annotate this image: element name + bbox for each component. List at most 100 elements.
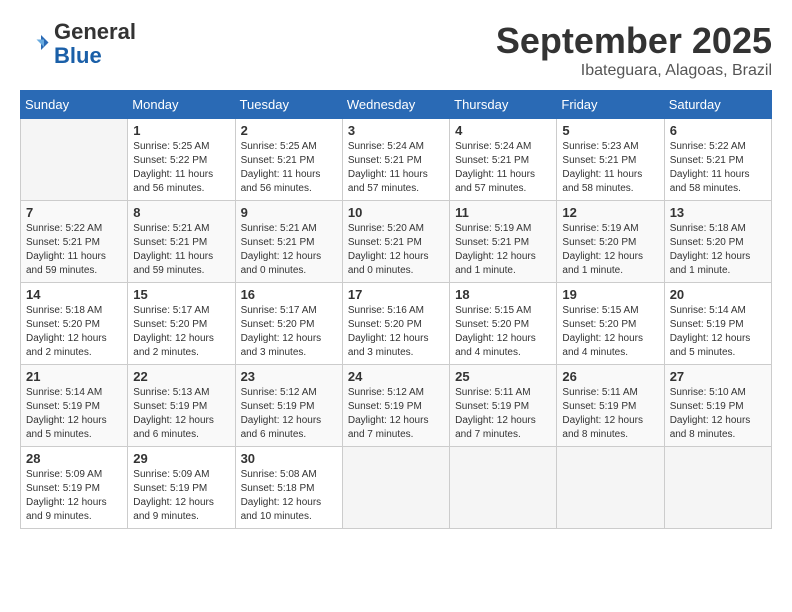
day-number: 5 [562, 123, 658, 138]
day-number: 26 [562, 369, 658, 384]
calendar-cell [21, 119, 128, 201]
weekday-tuesday: Tuesday [235, 91, 342, 119]
calendar-cell: 6 Sunrise: 5:22 AMSunset: 5:21 PMDayligh… [664, 119, 771, 201]
day-info: Sunrise: 5:12 AMSunset: 5:19 PMDaylight:… [348, 387, 429, 440]
day-info: Sunrise: 5:18 AMSunset: 5:20 PMDaylight:… [670, 223, 751, 276]
calendar-cell: 20 Sunrise: 5:14 AMSunset: 5:19 PMDaylig… [664, 283, 771, 365]
day-info: Sunrise: 5:15 AMSunset: 5:20 PMDaylight:… [455, 305, 536, 358]
week-row-1: 1 Sunrise: 5:25 AMSunset: 5:22 PMDayligh… [21, 119, 772, 201]
day-number: 18 [455, 287, 551, 302]
day-number: 13 [670, 205, 766, 220]
day-number: 2 [241, 123, 337, 138]
day-info: Sunrise: 5:10 AMSunset: 5:19 PMDaylight:… [670, 387, 751, 440]
calendar-cell [342, 447, 449, 529]
day-info: Sunrise: 5:22 AMSunset: 5:21 PMDaylight:… [670, 141, 750, 194]
day-info: Sunrise: 5:12 AMSunset: 5:19 PMDaylight:… [241, 387, 322, 440]
calendar-cell: 15 Sunrise: 5:17 AMSunset: 5:20 PMDaylig… [128, 283, 235, 365]
day-number: 29 [133, 451, 229, 466]
calendar-cell: 22 Sunrise: 5:13 AMSunset: 5:19 PMDaylig… [128, 365, 235, 447]
day-number: 8 [133, 205, 229, 220]
weekday-thursday: Thursday [450, 91, 557, 119]
day-info: Sunrise: 5:19 AMSunset: 5:21 PMDaylight:… [455, 223, 536, 276]
calendar-cell: 13 Sunrise: 5:18 AMSunset: 5:20 PMDaylig… [664, 201, 771, 283]
month-title: September 2025 [496, 20, 772, 62]
calendar-cell: 29 Sunrise: 5:09 AMSunset: 5:19 PMDaylig… [128, 447, 235, 529]
calendar-cell [450, 447, 557, 529]
day-number: 3 [348, 123, 444, 138]
day-number: 9 [241, 205, 337, 220]
day-info: Sunrise: 5:23 AMSunset: 5:21 PMDaylight:… [562, 141, 642, 194]
week-row-3: 14 Sunrise: 5:18 AMSunset: 5:20 PMDaylig… [21, 283, 772, 365]
calendar-cell: 26 Sunrise: 5:11 AMSunset: 5:19 PMDaylig… [557, 365, 664, 447]
calendar-cell: 17 Sunrise: 5:16 AMSunset: 5:20 PMDaylig… [342, 283, 449, 365]
day-info: Sunrise: 5:15 AMSunset: 5:20 PMDaylight:… [562, 305, 643, 358]
day-number: 15 [133, 287, 229, 302]
day-info: Sunrise: 5:24 AMSunset: 5:21 PMDaylight:… [348, 141, 428, 194]
calendar-cell: 16 Sunrise: 5:17 AMSunset: 5:20 PMDaylig… [235, 283, 342, 365]
calendar-cell: 8 Sunrise: 5:21 AMSunset: 5:21 PMDayligh… [128, 201, 235, 283]
weekday-monday: Monday [128, 91, 235, 119]
page-header: GeneralBlue September 2025 Ibateguara, A… [20, 20, 772, 80]
day-number: 21 [26, 369, 122, 384]
day-number: 25 [455, 369, 551, 384]
day-info: Sunrise: 5:25 AMSunset: 5:21 PMDaylight:… [241, 141, 321, 194]
day-number: 1 [133, 123, 229, 138]
day-info: Sunrise: 5:18 AMSunset: 5:20 PMDaylight:… [26, 305, 107, 358]
logo-icon [20, 29, 50, 59]
weekday-wednesday: Wednesday [342, 91, 449, 119]
calendar-cell [664, 447, 771, 529]
calendar-cell: 25 Sunrise: 5:11 AMSunset: 5:19 PMDaylig… [450, 365, 557, 447]
day-info: Sunrise: 5:17 AMSunset: 5:20 PMDaylight:… [133, 305, 214, 358]
calendar-cell: 30 Sunrise: 5:08 AMSunset: 5:18 PMDaylig… [235, 447, 342, 529]
day-number: 27 [670, 369, 766, 384]
day-number: 22 [133, 369, 229, 384]
day-info: Sunrise: 5:13 AMSunset: 5:19 PMDaylight:… [133, 387, 214, 440]
day-info: Sunrise: 5:09 AMSunset: 5:19 PMDaylight:… [133, 469, 214, 522]
day-info: Sunrise: 5:09 AMSunset: 5:19 PMDaylight:… [26, 469, 107, 522]
calendar-cell: 2 Sunrise: 5:25 AMSunset: 5:21 PMDayligh… [235, 119, 342, 201]
day-info: Sunrise: 5:14 AMSunset: 5:19 PMDaylight:… [670, 305, 751, 358]
calendar-cell: 24 Sunrise: 5:12 AMSunset: 5:19 PMDaylig… [342, 365, 449, 447]
calendar-cell: 9 Sunrise: 5:21 AMSunset: 5:21 PMDayligh… [235, 201, 342, 283]
week-row-2: 7 Sunrise: 5:22 AMSunset: 5:21 PMDayligh… [21, 201, 772, 283]
day-info: Sunrise: 5:20 AMSunset: 5:21 PMDaylight:… [348, 223, 429, 276]
day-number: 19 [562, 287, 658, 302]
calendar-cell: 4 Sunrise: 5:24 AMSunset: 5:21 PMDayligh… [450, 119, 557, 201]
day-number: 16 [241, 287, 337, 302]
calendar-cell: 7 Sunrise: 5:22 AMSunset: 5:21 PMDayligh… [21, 201, 128, 283]
weekday-sunday: Sunday [21, 91, 128, 119]
calendar-table: SundayMondayTuesdayWednesdayThursdayFrid… [20, 90, 772, 529]
day-info: Sunrise: 5:25 AMSunset: 5:22 PMDaylight:… [133, 141, 213, 194]
day-number: 14 [26, 287, 122, 302]
day-info: Sunrise: 5:19 AMSunset: 5:20 PMDaylight:… [562, 223, 643, 276]
day-number: 24 [348, 369, 444, 384]
weekday-header-row: SundayMondayTuesdayWednesdayThursdayFrid… [21, 91, 772, 119]
title-block: September 2025 Ibateguara, Alagoas, Braz… [496, 20, 772, 80]
day-info: Sunrise: 5:16 AMSunset: 5:20 PMDaylight:… [348, 305, 429, 358]
calendar-cell: 28 Sunrise: 5:09 AMSunset: 5:19 PMDaylig… [21, 447, 128, 529]
day-number: 12 [562, 205, 658, 220]
calendar-cell: 3 Sunrise: 5:24 AMSunset: 5:21 PMDayligh… [342, 119, 449, 201]
calendar-cell: 14 Sunrise: 5:18 AMSunset: 5:20 PMDaylig… [21, 283, 128, 365]
day-number: 10 [348, 205, 444, 220]
week-row-4: 21 Sunrise: 5:14 AMSunset: 5:19 PMDaylig… [21, 365, 772, 447]
day-number: 23 [241, 369, 337, 384]
day-number: 28 [26, 451, 122, 466]
day-info: Sunrise: 5:21 AMSunset: 5:21 PMDaylight:… [133, 223, 213, 276]
day-number: 17 [348, 287, 444, 302]
calendar-cell: 10 Sunrise: 5:20 AMSunset: 5:21 PMDaylig… [342, 201, 449, 283]
day-number: 6 [670, 123, 766, 138]
week-row-5: 28 Sunrise: 5:09 AMSunset: 5:19 PMDaylig… [21, 447, 772, 529]
day-number: 30 [241, 451, 337, 466]
calendar-cell: 21 Sunrise: 5:14 AMSunset: 5:19 PMDaylig… [21, 365, 128, 447]
weekday-saturday: Saturday [664, 91, 771, 119]
location-subtitle: Ibateguara, Alagoas, Brazil [496, 62, 772, 80]
day-info: Sunrise: 5:11 AMSunset: 5:19 PMDaylight:… [562, 387, 643, 440]
calendar-cell: 12 Sunrise: 5:19 AMSunset: 5:20 PMDaylig… [557, 201, 664, 283]
day-info: Sunrise: 5:24 AMSunset: 5:21 PMDaylight:… [455, 141, 535, 194]
calendar-cell [557, 447, 664, 529]
day-info: Sunrise: 5:14 AMSunset: 5:19 PMDaylight:… [26, 387, 107, 440]
day-info: Sunrise: 5:08 AMSunset: 5:18 PMDaylight:… [241, 469, 322, 522]
day-info: Sunrise: 5:11 AMSunset: 5:19 PMDaylight:… [455, 387, 536, 440]
calendar-cell: 11 Sunrise: 5:19 AMSunset: 5:21 PMDaylig… [450, 201, 557, 283]
